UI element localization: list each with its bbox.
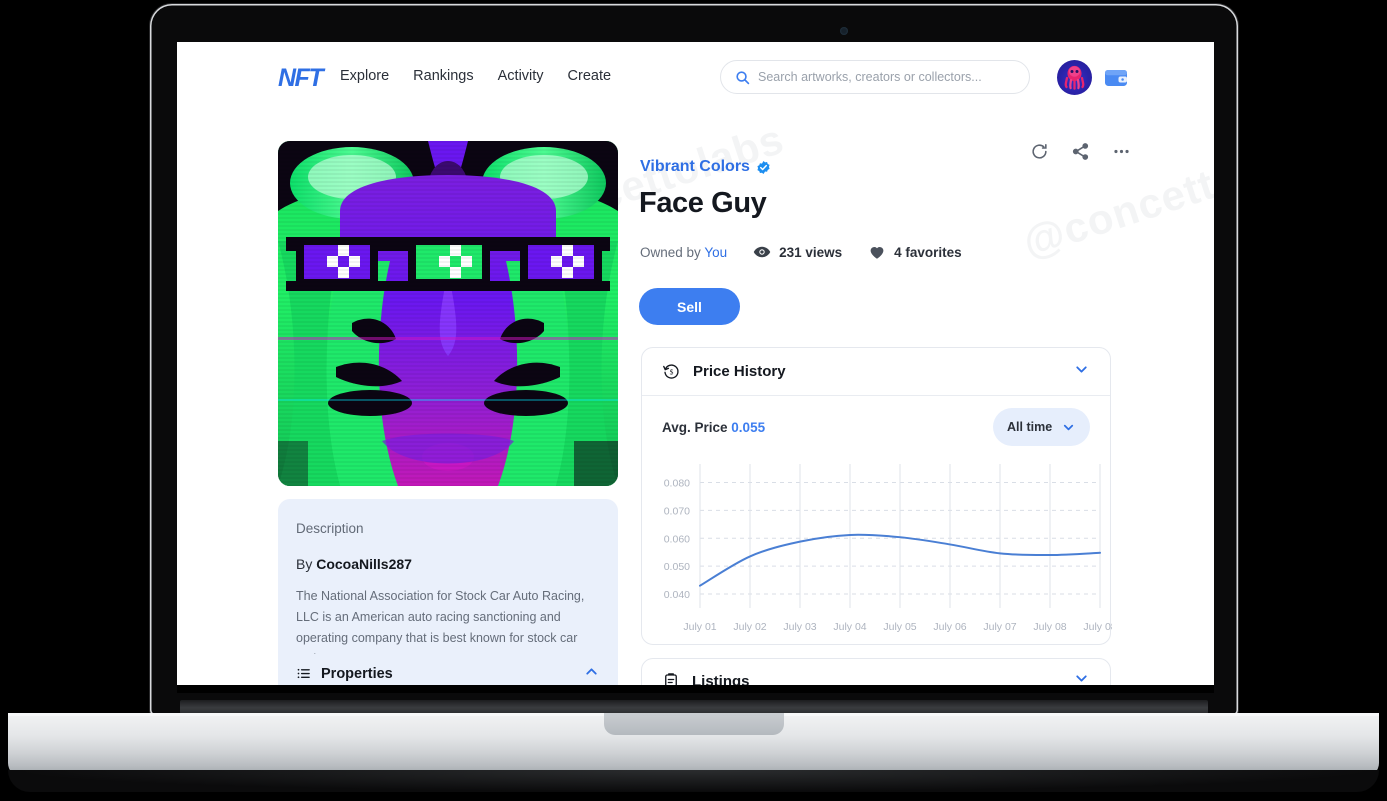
svg-text:$: $ — [670, 367, 674, 376]
main-nav: Explore Rankings Activity Create — [340, 68, 611, 84]
views-stat: 231 views — [753, 243, 842, 261]
svg-text:July 06: July 06 — [933, 621, 966, 633]
svg-text:July 07: July 07 — [983, 621, 1016, 633]
owner-info: Owned by You — [640, 245, 727, 260]
description-card: Description By CocoaNills287 The Nationa… — [278, 499, 618, 666]
share-icon[interactable] — [1071, 142, 1090, 166]
screen-bottom-mask — [177, 685, 1214, 693]
price-chart-area: 0.080 0.070 0.060 0.050 0.040 July 01 July 02 J… — [642, 458, 1112, 644]
laptop-hinge — [180, 700, 1208, 714]
eye-icon — [753, 246, 771, 258]
owner-name[interactable]: You — [704, 245, 727, 260]
favorites-stat: 4 favorites — [868, 243, 962, 261]
item-meta-row: Owned by You 231 views 4 favorites — [640, 243, 962, 261]
artwork-image[interactable] — [278, 141, 618, 486]
nav-create[interactable]: Create — [568, 68, 612, 84]
verified-badge-icon — [756, 160, 771, 175]
laptop-base-shadow — [8, 770, 1379, 792]
brand-logo[interactable]: NFT — [278, 64, 324, 93]
nav-rankings[interactable]: Rankings — [413, 68, 473, 84]
timeframe-label: All time — [1007, 420, 1053, 434]
collection-label: Vibrant Colors — [640, 158, 750, 175]
browser-screen: @concettolabs @concettolabs @concettolab… — [177, 42, 1214, 693]
svg-text:0.040: 0.040 — [664, 589, 690, 601]
views-count: 231 views — [779, 244, 843, 260]
chevron-down-icon[interactable] — [1073, 361, 1090, 383]
svg-text:0.050: 0.050 — [664, 561, 690, 573]
sell-button[interactable]: Sell — [639, 288, 740, 325]
svg-text:July 02: July 02 — [733, 621, 766, 633]
search-bar[interactable] — [720, 60, 1030, 94]
svg-text:0.060: 0.060 — [664, 533, 690, 545]
wallet-glyph-icon — [1105, 70, 1127, 86]
description-title: Description — [296, 521, 364, 536]
svg-text:0.080: 0.080 — [664, 478, 690, 490]
site-header: NFT Explore Rankings Activity Create — [177, 42, 1214, 114]
collection-link[interactable]: Vibrant Colors — [640, 158, 771, 176]
avatar[interactable] — [1057, 60, 1092, 95]
svg-text:July 08: July 08 — [1083, 621, 1112, 633]
screenshot-stage: @concettolabs @concettolabs @concettolab… — [0, 0, 1387, 801]
artwork-canvas-icon — [278, 141, 618, 486]
refresh-icon[interactable] — [1030, 142, 1049, 166]
owner-prefix: Owned by — [640, 244, 701, 260]
chevron-down-icon — [1063, 424, 1074, 430]
svg-text:July 04: July 04 — [833, 621, 866, 633]
chevron-up-icon[interactable] — [583, 663, 600, 685]
price-history-header[interactable]: $ Price History — [642, 348, 1110, 396]
description-author-line: By CocoaNills287 — [296, 556, 600, 572]
page-title: Face Guy — [639, 187, 767, 219]
favorites-count: 4 favorites — [894, 244, 962, 260]
price-history-panel: $ Price History Avg. Price 0.055 All tim… — [641, 347, 1112, 645]
avg-price-value: 0.055 — [731, 419, 766, 435]
laptop-camera-icon — [840, 27, 848, 35]
svg-text:July 03: July 03 — [783, 621, 816, 633]
nav-explore[interactable]: Explore — [340, 68, 389, 84]
price-history-icon: $ — [663, 364, 679, 379]
description-author: CocoaNills287 — [316, 556, 412, 572]
search-icon — [736, 70, 750, 84]
search-input[interactable] — [758, 70, 1015, 84]
properties-label: Properties — [321, 665, 393, 682]
more-options-icon[interactable] — [1112, 142, 1131, 166]
svg-text:0.070: 0.070 — [664, 505, 690, 517]
avg-price-label: Avg. Price — [662, 419, 728, 435]
avg-price: Avg. Price 0.055 — [662, 420, 765, 435]
nav-activity[interactable]: Activity — [498, 68, 544, 84]
item-action-icons — [1030, 142, 1131, 166]
description-by-prefix: By — [296, 556, 313, 572]
list-icon — [297, 668, 310, 679]
price-history-line-chart: 0.080 0.070 0.060 0.050 0.040 July 01 July 02 J… — [664, 464, 1112, 633]
user-avatar-octopus-icon — [1064, 65, 1085, 90]
wallet-icon[interactable] — [1101, 62, 1131, 92]
price-history-subheader: Avg. Price 0.055 All time — [642, 396, 1110, 458]
svg-text:July 08: July 08 — [1033, 621, 1066, 633]
price-history-title: Price History — [693, 363, 786, 380]
timeframe-dropdown[interactable]: All time — [993, 408, 1090, 446]
svg-text:July 05: July 05 — [883, 621, 916, 633]
svg-text:July 01: July 01 — [683, 621, 716, 633]
laptop-base-notch — [604, 713, 784, 735]
heart-icon — [870, 247, 884, 259]
